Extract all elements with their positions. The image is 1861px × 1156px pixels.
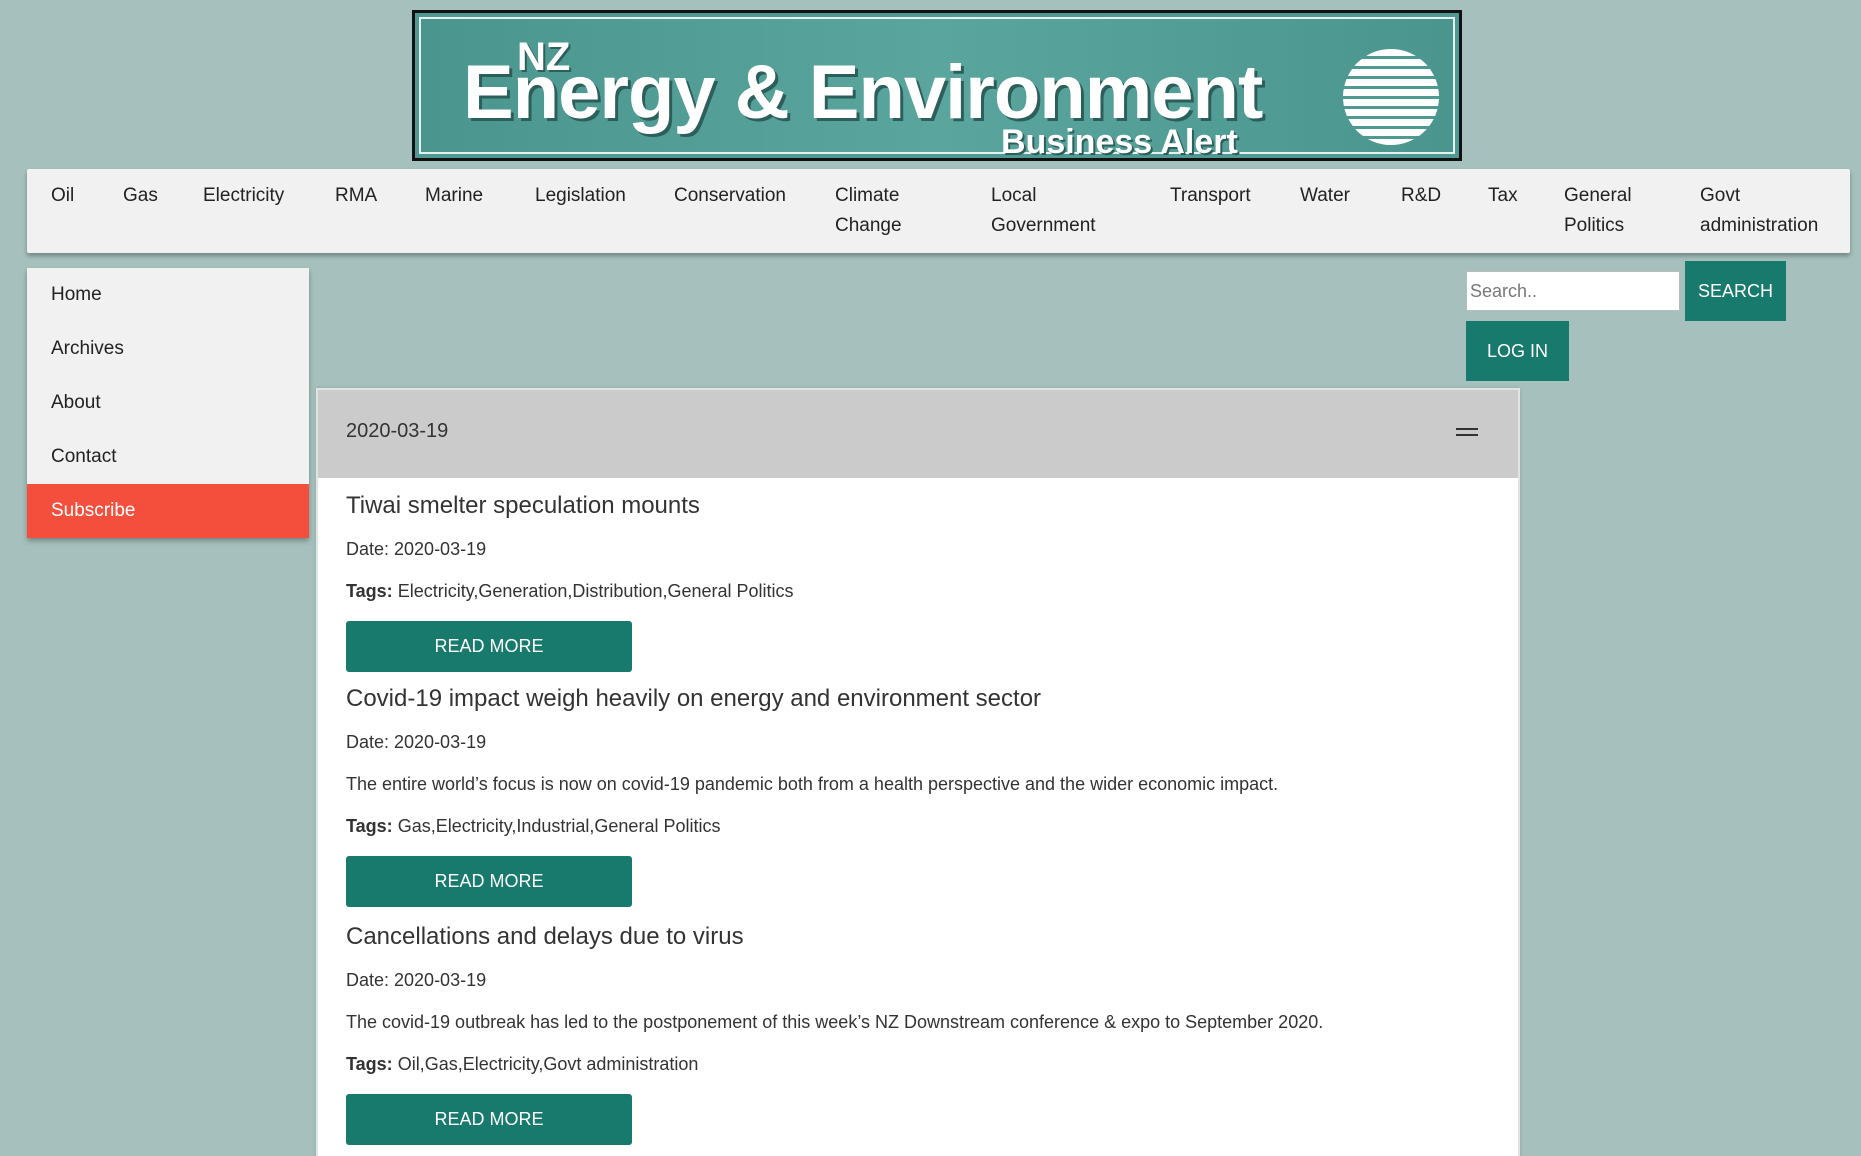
article-item: Cancellations and delays due to virus Da…	[346, 919, 1323, 1145]
side-item-about[interactable]: About	[27, 376, 309, 430]
tags-value: Oil,Gas,Electricity,Govt administration	[397, 1054, 699, 1074]
article-title[interactable]: Covid-19 impact weigh heavily on energy …	[346, 681, 1278, 717]
nav-item-legislation[interactable]: Legislation	[535, 181, 626, 211]
article-date: Date: 2020-03-19	[346, 970, 487, 990]
banner-subtitle: Business Alert	[1001, 123, 1238, 161]
article-title[interactable]: Cancellations and delays due to virus	[346, 919, 1323, 955]
tags-label: Tags:	[346, 816, 393, 836]
login-button[interactable]: LOG IN	[1466, 321, 1569, 381]
site-banner-logo[interactable]: NZ Energy & Environment Business Alert	[412, 10, 1462, 161]
panel-header[interactable]: 2020-03-19	[318, 390, 1518, 478]
nav-item-marine[interactable]: Marine	[425, 181, 483, 211]
tags-label: Tags:	[346, 581, 393, 601]
read-more-button[interactable]: READ MORE	[346, 856, 632, 907]
articles-panel: 2020-03-19 Tiwai smelter speculation mou…	[316, 388, 1520, 1156]
read-more-button[interactable]: READ MORE	[346, 1094, 632, 1145]
nav-item-electricity[interactable]: Electricity	[203, 181, 284, 211]
side-item-contact[interactable]: Contact	[27, 430, 309, 484]
read-more-button[interactable]: READ MORE	[346, 621, 632, 672]
side-item-subscribe[interactable]: Subscribe	[27, 484, 309, 538]
collapse-icon[interactable]	[1456, 428, 1478, 436]
nav-item-climate-change[interactable]: Climate Change	[835, 181, 935, 241]
article-tags: Tags: Oil,Gas,Electricity,Govt administr…	[346, 1049, 1323, 1079]
article-item: Tiwai smelter speculation mounts Date: 2…	[346, 488, 794, 672]
article-date: Date: 2020-03-19	[346, 539, 487, 559]
search-button[interactable]: SEARCH	[1685, 261, 1786, 321]
article-tags: Tags: Electricity,Generation,Distributio…	[346, 576, 794, 606]
article-summary: The covid-19 outbreak has led to the pos…	[346, 1012, 1324, 1032]
panel-date: 2020-03-19	[346, 420, 449, 442]
side-menu: Home Archives About Contact Subscribe	[27, 268, 309, 538]
nav-item-local-government[interactable]: Local Government	[991, 181, 1121, 241]
article-date: Date: 2020-03-19	[346, 732, 487, 752]
nav-item-gas[interactable]: Gas	[123, 181, 158, 211]
side-item-archives[interactable]: Archives	[27, 322, 309, 376]
search-input[interactable]	[1466, 271, 1680, 311]
article-item: Covid-19 impact weigh heavily on energy …	[346, 681, 1278, 907]
nav-item-oil[interactable]: Oil	[51, 181, 74, 211]
article-title[interactable]: Tiwai smelter speculation mounts	[346, 488, 794, 524]
nav-item-conservation[interactable]: Conservation	[674, 181, 786, 211]
nav-item-govt-administration[interactable]: Govt administration	[1700, 181, 1840, 241]
nav-item-r-and-d[interactable]: R&D	[1401, 181, 1441, 211]
nav-item-tax[interactable]: Tax	[1488, 181, 1518, 211]
banner-frame: NZ Energy & Environment Business Alert	[419, 17, 1455, 158]
tags-value: Electricity,Generation,Distribution,Gene…	[397, 581, 794, 601]
side-item-home[interactable]: Home	[27, 268, 309, 322]
nav-item-water[interactable]: Water	[1300, 181, 1350, 211]
article-summary: The entire world’s focus is now on covid…	[346, 774, 1279, 794]
tags-value: Gas,Electricity,Industrial,General Polit…	[397, 816, 721, 836]
globe-icon	[1343, 49, 1439, 145]
banner-title: Energy & Environment	[463, 50, 1263, 135]
tags-label: Tags:	[346, 1054, 393, 1074]
nav-item-transport[interactable]: Transport	[1170, 181, 1251, 211]
nav-item-general-politics[interactable]: General Politics	[1564, 181, 1664, 241]
top-navigation: Oil Gas Electricity RMA Marine Legislati…	[27, 169, 1850, 253]
nav-item-rma[interactable]: RMA	[335, 181, 377, 211]
article-tags: Tags: Gas,Electricity,Industrial,General…	[346, 811, 1278, 841]
